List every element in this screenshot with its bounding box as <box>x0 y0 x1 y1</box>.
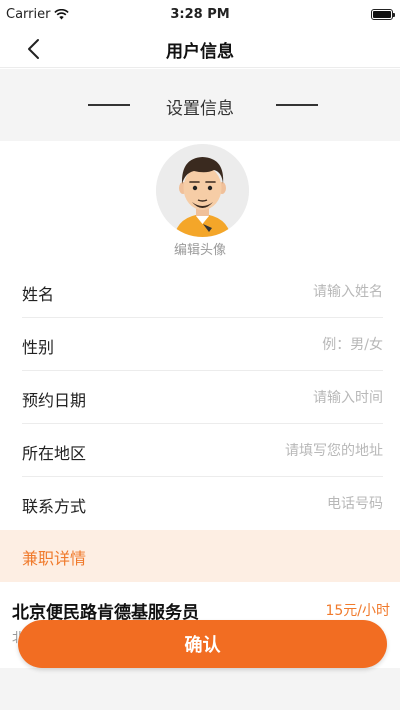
user-info-form: 姓名 性别 预约日期 所在地区 联系方式 <box>0 265 400 530</box>
confirm-button[interactable]: 确认 <box>18 620 387 668</box>
section-title: 设置信息 <box>166 99 234 119</box>
avatar-section: 编辑头像 <box>0 141 400 265</box>
region-input[interactable] <box>183 439 383 463</box>
gender-input[interactable] <box>183 333 383 357</box>
date-label: 预约日期 <box>22 391 87 410</box>
battery-icon <box>371 9 395 20</box>
status-bar: Carrier 3:28 PM <box>0 0 400 30</box>
form-row-region: 所在地区 <box>0 424 400 477</box>
edit-avatar-label[interactable]: 编辑头像 <box>0 239 400 258</box>
section-divider-right <box>276 104 318 106</box>
form-row-date: 预约日期 <box>0 371 400 424</box>
avatar[interactable] <box>156 144 249 237</box>
job-price: 15元/小时 <box>325 603 390 619</box>
bottom-strip <box>0 668 400 710</box>
job-detail-title: 兼职详情 <box>22 549 87 568</box>
date-input[interactable] <box>183 386 383 410</box>
gender-label: 性别 <box>22 338 55 357</box>
form-row-name: 姓名 <box>0 265 400 318</box>
user-avatar-icon <box>156 144 249 237</box>
battery-fill <box>373 11 391 18</box>
name-label: 姓名 <box>22 285 55 304</box>
contact-input[interactable] <box>183 492 383 516</box>
job-detail-header: 兼职详情 <box>0 530 400 582</box>
region-label: 所在地区 <box>22 444 87 463</box>
battery-tip <box>393 13 395 17</box>
navigation-bar: 用户信息 <box>0 30 400 68</box>
name-input[interactable] <box>183 280 383 304</box>
section-header: 设置信息 <box>0 69 400 141</box>
page-title: 用户信息 <box>166 42 234 62</box>
form-row-gender: 性别 <box>0 318 400 371</box>
status-time: 3:28 PM <box>170 7 230 22</box>
form-row-contact: 联系方式 <box>0 477 400 530</box>
contact-label: 联系方式 <box>22 497 87 516</box>
